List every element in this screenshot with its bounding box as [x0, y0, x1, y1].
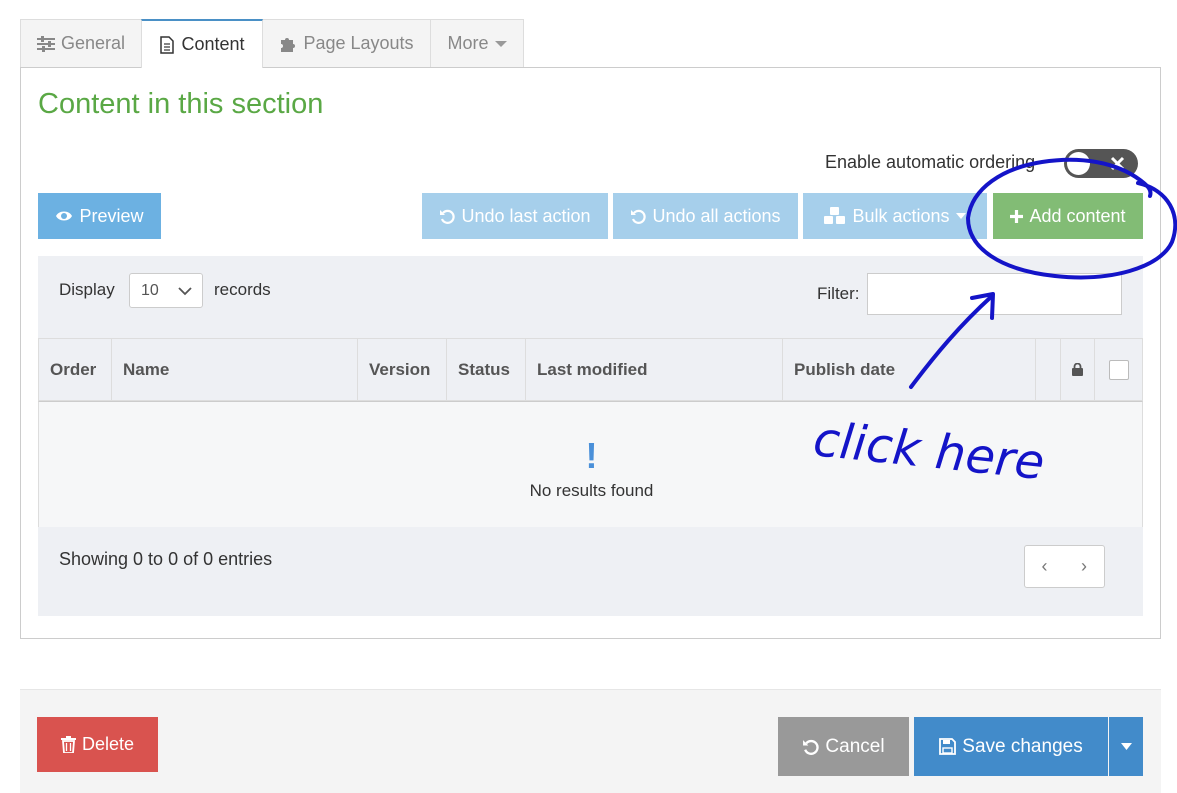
close-icon — [1110, 156, 1125, 171]
toggle-knob — [1067, 152, 1090, 175]
caret-down-icon — [1120, 743, 1132, 750]
tab-page-layouts-label: Page Layouts — [303, 33, 414, 53]
table-footer — [38, 527, 1143, 616]
undo-last-label: Undo last action — [461, 205, 591, 226]
display-label: Display — [59, 280, 115, 299]
empty-message: No results found — [529, 481, 654, 500]
column-header-blank — [1036, 339, 1061, 400]
save-changes-label: Save changes — [962, 735, 1083, 757]
table-body: ! No results found — [38, 401, 1143, 528]
undo-icon — [803, 739, 820, 755]
column-header-status[interactable]: Status — [447, 339, 526, 400]
filter-input[interactable] — [867, 273, 1122, 315]
lock-icon — [1072, 363, 1083, 376]
tab-content[interactable]: Content — [141, 19, 263, 68]
records-per-page-select[interactable]: 10 — [129, 273, 203, 308]
save-options-dropdown[interactable] — [1109, 717, 1143, 776]
caret-down-icon — [494, 40, 507, 47]
cubes-icon — [824, 207, 846, 224]
column-header-last-modified[interactable]: Last modified — [526, 339, 783, 400]
bulk-actions-button[interactable]: Bulk actions — [803, 193, 987, 239]
section-title: Content in this section — [38, 88, 324, 120]
undo-icon — [631, 209, 647, 224]
undo-all-button[interactable]: Undo all actions — [613, 193, 798, 239]
caret-down-icon — [955, 213, 966, 219]
select-all-checkbox[interactable] — [1108, 359, 1129, 380]
column-header-select-all — [1095, 339, 1142, 400]
chevron-down-icon — [178, 287, 192, 296]
tab-more[interactable]: More — [430, 19, 524, 67]
records-per-page-value: 10 — [141, 282, 159, 299]
table-header: Order Name Version Status Last modified … — [38, 338, 1143, 401]
tab-general[interactable]: General — [20, 19, 142, 67]
undo-icon — [440, 209, 456, 224]
next-page-button[interactable]: › — [1064, 545, 1105, 588]
undo-last-button[interactable]: Undo last action — [422, 193, 608, 239]
entries-summary: Showing 0 to 0 of 0 entries — [59, 549, 273, 569]
auto-ordering-toggle[interactable] — [1064, 149, 1138, 178]
preview-label: Preview — [79, 205, 144, 226]
plus-icon — [1010, 209, 1024, 223]
prev-page-button[interactable]: ‹ — [1024, 545, 1065, 588]
document-icon — [160, 35, 175, 54]
column-header-lock — [1061, 339, 1095, 400]
column-header-publish-date[interactable]: Publish date — [783, 339, 1036, 400]
tab-page-layouts[interactable]: Page Layouts — [262, 19, 431, 67]
column-header-version[interactable]: Version — [358, 339, 447, 400]
records-label: records — [214, 280, 271, 299]
save-icon — [939, 738, 957, 755]
info-icon: ! — [585, 435, 598, 476]
undo-all-label: Undo all actions — [652, 205, 781, 226]
puzzle-icon — [281, 37, 296, 52]
tab-more-label: More — [447, 33, 489, 53]
auto-ordering-label: Enable automatic ordering — [825, 152, 1036, 172]
add-content-button[interactable]: Add content — [993, 193, 1143, 239]
bulk-actions-label: Bulk actions — [852, 205, 950, 226]
tab-content-label: Content — [181, 34, 245, 54]
delete-button[interactable]: Delete — [37, 717, 158, 772]
cancel-label: Cancel — [825, 735, 885, 757]
eye-icon — [56, 211, 73, 221]
tab-general-label: General — [60, 33, 126, 53]
delete-label: Delete — [81, 734, 135, 754]
add-content-label: Add content — [1029, 205, 1126, 226]
trash-icon — [60, 736, 76, 753]
column-header-name[interactable]: Name — [112, 339, 358, 400]
cancel-button[interactable]: Cancel — [778, 717, 909, 776]
filter-label: Filter: — [817, 284, 860, 303]
save-changes-button[interactable]: Save changes — [914, 717, 1108, 776]
sliders-icon — [36, 35, 55, 52]
preview-button[interactable]: Preview — [38, 193, 161, 239]
column-header-order[interactable]: Order — [39, 339, 112, 400]
